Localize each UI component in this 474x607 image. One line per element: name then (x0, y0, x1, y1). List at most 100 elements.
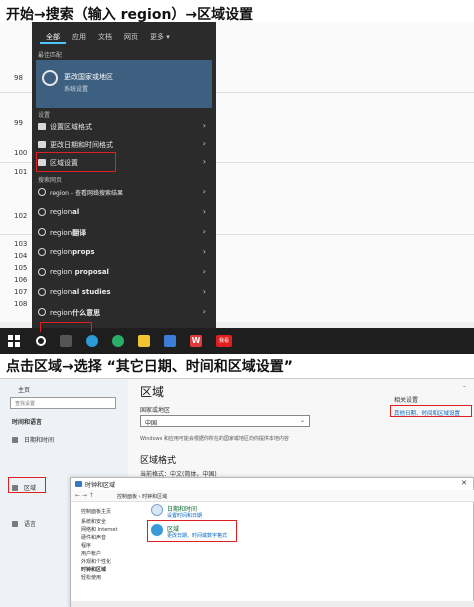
best-match-result[interactable]: 更改国家或地区 系统设置 (36, 60, 212, 108)
search-icon (38, 188, 46, 196)
home-link[interactable]: 主页 (18, 385, 30, 394)
tab-apps[interactable]: 应用 (66, 30, 92, 44)
best-match-title: 更改国家或地区 (64, 73, 113, 81)
web-result[interactable]: regionprops › (36, 244, 212, 262)
tab-web[interactable]: 网页 (118, 30, 144, 44)
clock-icon (12, 437, 18, 443)
web-result-suffix: - 查看网络搜索结果 (68, 190, 123, 197)
screenshot-start-menu: 98 99 100 101 102 103 104 105 106 107 10… (0, 22, 474, 354)
search-tabs: 全部 应用 文档 网页 更多 ▾ (32, 22, 216, 44)
chevron-right-icon: › (202, 267, 206, 276)
control-panel-icon (75, 481, 82, 487)
highlight-box (36, 152, 116, 172)
row-number: 101 (14, 168, 28, 176)
settings-item-label: 设置区域格式 (50, 123, 92, 131)
sidebar-item-label: 语言 (24, 521, 37, 528)
web-result-suffix: 什么意思 (72, 309, 101, 317)
language-icon (12, 521, 18, 527)
minimize-icon[interactable]: – (463, 383, 466, 390)
cp-link[interactable]: 轻松使用 (81, 574, 101, 581)
cp-link[interactable]: 网络和 Internet (81, 526, 117, 533)
cp-link[interactable]: 用户帐户 (81, 550, 101, 557)
cp-link[interactable]: 系统和安全 (81, 518, 106, 525)
web-search-heading: 搜索网页 (38, 177, 63, 184)
tab-all[interactable]: 全部 (40, 30, 66, 44)
best-match-subtitle: 系统设置 (64, 86, 89, 93)
row-number: 108 (14, 300, 28, 308)
web-result[interactable]: region proposal › (36, 264, 212, 282)
cp-link[interactable]: 程序 (81, 542, 91, 549)
search-icon (38, 268, 46, 276)
web-result[interactable]: region什么意思 › (36, 304, 212, 322)
country-value: 中国 (145, 420, 158, 427)
row-number: 107 (14, 288, 28, 296)
sidebar-item-label: 日期和时间 (24, 437, 55, 444)
web-result-suffix: al (72, 208, 80, 216)
app-icon[interactable] (164, 335, 176, 347)
web-result-label: region (50, 208, 73, 216)
settings-item-region-format[interactable]: 设置区域格式 › (36, 118, 212, 136)
cp-link-current[interactable]: 时钟和区域 (81, 566, 106, 573)
screenshot-region-settings: 主页 查找设置 时间和语言 日期和时间 区域 语言 区域 国家或地区 中国 ⌄ W… (0, 378, 474, 607)
settings-icon (38, 123, 46, 130)
web-result-suffix: al studies (72, 288, 111, 296)
web-result-suffix: 翻译 (72, 229, 87, 237)
file-explorer-icon[interactable] (138, 335, 150, 347)
search-icon (38, 208, 46, 216)
windows-start-icon[interactable] (8, 335, 20, 347)
web-result-suffix: props (72, 248, 95, 256)
search-icon[interactable] (36, 336, 46, 346)
chevron-right-icon: › (202, 287, 206, 296)
web-result-label: region (50, 309, 73, 317)
web-result[interactable]: region - 查看网络搜索结果 › (36, 184, 212, 202)
task-view-icon[interactable] (60, 335, 72, 347)
settings-item-label: 更改日期和时间格式 (50, 141, 113, 149)
browser-icon[interactable] (86, 335, 98, 347)
nav-arrows-icon[interactable]: ← → ↑ (75, 492, 94, 499)
wechat-icon[interactable] (112, 335, 124, 347)
row-number: 100 (14, 149, 28, 157)
cp-item-link: 设置时间和日期 (167, 513, 203, 519)
wps-icon[interactable]: W (190, 335, 202, 347)
chevron-right-icon: › (202, 227, 206, 236)
step-1-heading: 开始→搜索（输入 region）→区域设置 (6, 7, 254, 23)
web-result-label: region (50, 248, 73, 256)
web-result[interactable]: regional › (36, 204, 212, 222)
app-badge-icon[interactable]: 我看 (216, 335, 232, 347)
row-number: 102 (14, 212, 28, 220)
close-icon[interactable]: ✕ (461, 479, 467, 487)
address-bar[interactable]: ← → ↑ 控制面板 › 时钟和区域 (71, 490, 474, 502)
web-result-suffix: proposal (72, 268, 109, 276)
settings-search-input[interactable]: 查找设置 (10, 397, 116, 409)
tab-more[interactable]: 更多 ▾ (144, 30, 176, 44)
row-number: 103 (14, 240, 28, 248)
sidebar-item-language[interactable]: 语言 (12, 519, 36, 528)
chevron-right-icon: › (202, 157, 206, 166)
row-number: 98 (14, 74, 23, 82)
cp-link[interactable]: 硬件和声音 (81, 534, 106, 541)
web-result[interactable]: region翻译 › (36, 224, 212, 242)
search-icon (38, 248, 46, 256)
country-label: 国家或地区 (140, 407, 171, 414)
control-panel-window: 时钟和区域 ✕ ← → ↑ 控制面板 › 时钟和区域 控制面板主页 系统和安全 … (70, 477, 474, 607)
country-select[interactable]: 中国 ⌄ (140, 415, 310, 427)
control-panel-sidebar: 控制面板主页 系统和安全 网络和 Internet 硬件和声音 程序 用户帐户 … (71, 502, 143, 607)
web-result[interactable]: regional studies › (36, 284, 212, 302)
cp-link[interactable]: 控制面板主页 (81, 508, 111, 515)
highlight-box (40, 322, 92, 332)
chevron-right-icon: › (202, 187, 206, 196)
tab-documents[interactable]: 文档 (92, 30, 118, 44)
globe-icon (42, 70, 58, 86)
highlight-box (147, 520, 237, 542)
highlight-box (390, 405, 472, 417)
start-search-menu: 全部 应用 文档 网页 更多 ▾ 最佳匹配 更改国家或地区 系统设置 设置 设置… (32, 22, 216, 328)
country-description: Windows 和应用可能会根据你所在的国家或地区向你提供本地内容 (140, 436, 289, 442)
clock-icon (151, 504, 163, 516)
chevron-right-icon: › (202, 139, 206, 148)
window-title: 时钟和区域 (85, 482, 116, 489)
row-number: 99 (14, 119, 23, 127)
sidebar-item-date-time[interactable]: 日期和时间 (12, 435, 54, 444)
chevron-down-icon: ⌄ (299, 417, 305, 424)
web-result-label: region (50, 229, 73, 237)
cp-link[interactable]: 外观和个性化 (81, 558, 111, 565)
